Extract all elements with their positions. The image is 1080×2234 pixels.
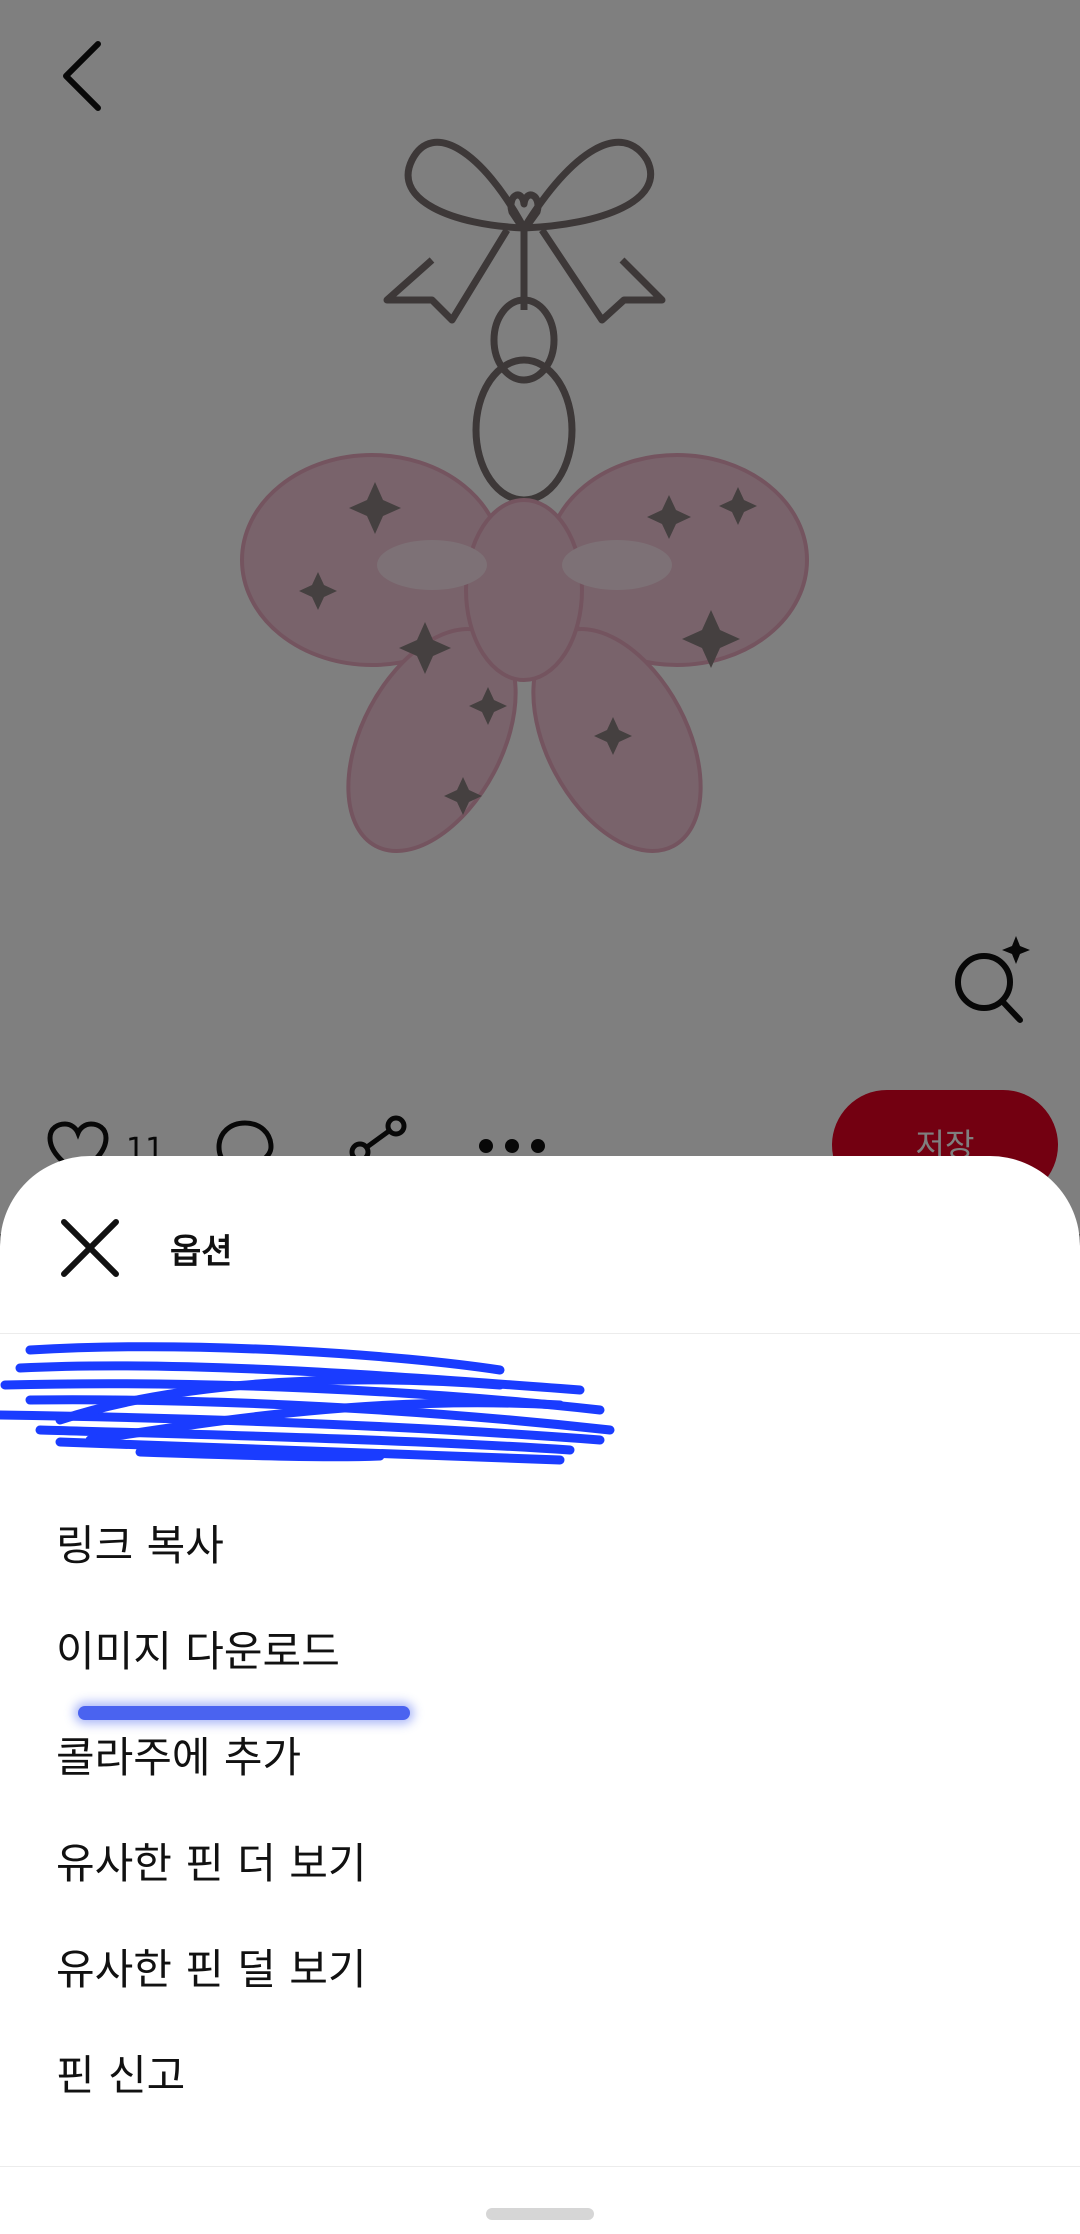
- sheet-header: 옵션: [0, 1156, 1080, 1334]
- sheet-title: 옵션: [170, 1232, 233, 1272]
- menu-item-download-image[interactable]: 이미지 다운로드: [56, 1622, 340, 1682]
- options-bottom-sheet: 옵션 링크 복사 이미지 다운로드 콜라주에 추가 유사한 핀 더 보기 유사한…: [0, 1156, 1080, 2234]
- menu-item-add-to-collage[interactable]: 콜라주에 추가: [56, 1728, 301, 1788]
- home-indicator[interactable]: [486, 2208, 594, 2220]
- menu-item-report-pin[interactable]: 핀 신고: [56, 2046, 185, 2106]
- redaction-scribble: [0, 1342, 615, 1465]
- close-button[interactable]: [56, 1214, 124, 1282]
- menu-item-copy-link[interactable]: 링크 복사: [56, 1516, 224, 1576]
- sheet-footer-divider: [0, 2166, 1080, 2167]
- menu-item-see-less-like-this[interactable]: 유사한 핀 덜 보기: [56, 1940, 367, 2000]
- highlight-stroke: [78, 1706, 410, 1720]
- close-icon: [61, 1219, 119, 1277]
- menu-item-see-more-like-this[interactable]: 유사한 핀 더 보기: [56, 1834, 367, 1894]
